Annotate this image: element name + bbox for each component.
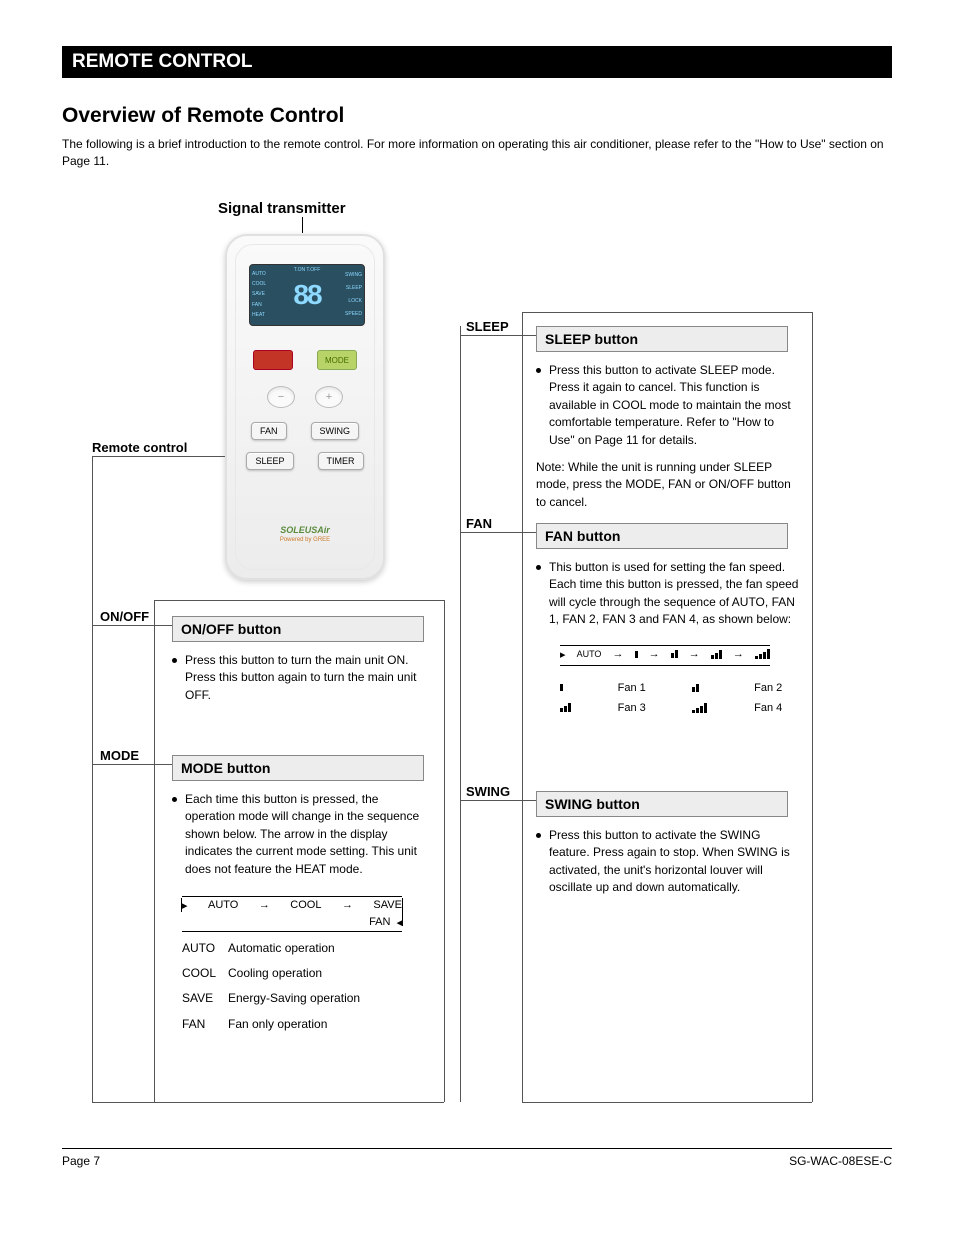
leader-line bbox=[460, 800, 536, 801]
leader-line bbox=[460, 335, 536, 336]
page: REMOTE CONTROL Overview of Remote Contro… bbox=[0, 0, 954, 1235]
remote-logo: SOLEUSAir Powered by GREE bbox=[227, 514, 383, 554]
desc-swing: Press this button to activate the SWING … bbox=[549, 827, 801, 897]
leader-line bbox=[522, 312, 812, 313]
desc-sleep: Press this button to activate SLEEP mode… bbox=[549, 362, 801, 449]
leader-line bbox=[460, 532, 536, 533]
section-subtitle: The following is a brief introduction to… bbox=[62, 136, 892, 170]
pin-swing: SWING bbox=[466, 784, 510, 799]
bullet-icon bbox=[172, 658, 177, 663]
signal-transmitter-label: Signal transmitter bbox=[218, 200, 346, 217]
box-title-mode: MODE button bbox=[172, 755, 424, 781]
bullet-icon bbox=[172, 797, 177, 802]
footer-model: SG-WAC-08ESE-C bbox=[789, 1154, 892, 1168]
pin-sleep: SLEEP bbox=[466, 319, 509, 334]
lcd-left-labels: AUTO COOL SAVE FAN HEAT bbox=[250, 265, 276, 325]
leader-line bbox=[522, 1102, 812, 1103]
remote-timer-button: TIMER bbox=[318, 452, 364, 470]
fan2-icon bbox=[692, 684, 726, 692]
note-sleep: Note: While the unit is running under SL… bbox=[536, 459, 804, 511]
remote-mode-button: MODE bbox=[317, 350, 357, 370]
fan2-icon bbox=[671, 650, 678, 658]
block-onoff: ON/OFF button Press this button to turn … bbox=[172, 616, 425, 704]
leader-line bbox=[154, 600, 155, 1102]
header-bar: REMOTE CONTROL bbox=[62, 46, 892, 78]
leader-line bbox=[444, 600, 445, 1102]
leader-line bbox=[154, 1102, 444, 1103]
footer-divider bbox=[62, 1148, 892, 1149]
lcd-right-labels: SWING SLEEP LOCK SPEED bbox=[338, 265, 364, 325]
leader-line bbox=[92, 1102, 154, 1103]
block-swing: SWING button Press this button to activa… bbox=[536, 791, 801, 897]
mode-list: AUTOAutomatic operation COOLCooling oper… bbox=[182, 936, 425, 1037]
footer-page: Page 7 bbox=[62, 1154, 100, 1168]
bullet-icon bbox=[536, 565, 541, 570]
leader-line bbox=[154, 600, 444, 601]
fan4-icon bbox=[692, 703, 726, 713]
fan4-icon bbox=[755, 649, 770, 659]
lcd-temp: 88 bbox=[276, 265, 338, 325]
box-title-fan: FAN button bbox=[536, 523, 788, 549]
leader-line bbox=[92, 625, 172, 626]
box-title-swing: SWING button bbox=[536, 791, 788, 817]
pin-fan: FAN bbox=[466, 516, 492, 531]
fan-flow-diagram: ▸AUTO → → → → bbox=[560, 645, 801, 666]
desc-fan: This button is used for setting the fan … bbox=[549, 559, 801, 629]
leader-line bbox=[92, 764, 172, 765]
signal-leader-line bbox=[302, 217, 303, 233]
lcd-screen: T.ON T.OFF AUTO COOL SAVE FAN HEAT 88 SW… bbox=[249, 264, 365, 326]
box-title-onoff: ON/OFF button bbox=[172, 616, 424, 642]
fan1-icon bbox=[635, 651, 638, 658]
pin-onoff: ON/OFF bbox=[100, 609, 149, 624]
fan-legend: Fan 1 Fan 2 Fan 3 Fan 4 bbox=[560, 682, 801, 714]
lcd-top: T.ON T.OFF bbox=[250, 267, 364, 273]
block-sleep: SLEEP button Press this button to activa… bbox=[536, 326, 804, 511]
leader-line bbox=[812, 312, 813, 1102]
desc-mode: Each time this button is pressed, the op… bbox=[185, 791, 425, 878]
leader-line bbox=[460, 326, 461, 1102]
remote-plus-button: + bbox=[315, 386, 343, 408]
remote-illustration: T.ON T.OFF AUTO COOL SAVE FAN HEAT 88 SW… bbox=[225, 234, 385, 580]
box-title-sleep: SLEEP button bbox=[536, 326, 788, 352]
mode-flow-diagram: ▸AUTO →COOL →SAVE FAN◂ bbox=[182, 896, 425, 932]
remote-onoff-button bbox=[253, 350, 293, 370]
logo-brand: SOLEUSAir bbox=[280, 525, 330, 535]
remote-minus-button: − bbox=[267, 386, 295, 408]
desc-onoff: Press this button to turn the main unit … bbox=[185, 652, 425, 704]
remote-fan-button: FAN bbox=[251, 422, 287, 440]
fan3-icon bbox=[560, 703, 590, 712]
leader-line bbox=[92, 456, 225, 457]
block-mode: MODE button Each time this button is pre… bbox=[172, 755, 425, 1037]
section-title: Overview of Remote Control bbox=[62, 104, 344, 128]
pin-mode: MODE bbox=[100, 748, 139, 763]
bullet-icon bbox=[536, 368, 541, 373]
fan1-icon bbox=[560, 684, 590, 691]
leader-line bbox=[92, 456, 93, 1102]
remote-control-label: Remote control bbox=[92, 440, 187, 456]
logo-sub: Powered by GREE bbox=[280, 537, 330, 543]
block-fan: FAN button This button is used for setti… bbox=[536, 523, 801, 714]
remote-swing-button: SWING bbox=[311, 422, 360, 440]
leader-line bbox=[522, 312, 523, 1102]
bullet-icon bbox=[536, 833, 541, 838]
remote-sleep-button: SLEEP bbox=[246, 452, 293, 470]
fan3-icon bbox=[711, 650, 722, 659]
